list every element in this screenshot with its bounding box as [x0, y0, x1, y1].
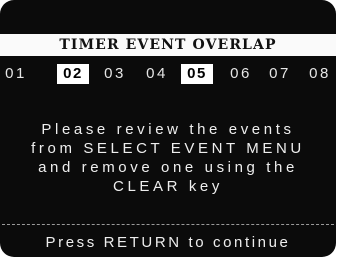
- screen-title: TIMER EVENT OVERLAP: [0, 34, 336, 56]
- event-slot-05-selected[interactable]: 05: [181, 64, 213, 84]
- event-slot-08: 08: [309, 65, 331, 82]
- message-line-1: Please review the events: [41, 121, 295, 138]
- event-slot-01: 01: [5, 65, 27, 82]
- event-slot-03: 03: [104, 65, 126, 82]
- message-line-3: and remove one using the: [38, 159, 298, 176]
- event-slot-07: 07: [269, 65, 291, 82]
- event-slot-02-selected[interactable]: 02: [57, 64, 89, 84]
- tv-osd-screen: TIMER EVENT OVERLAP 01 02 03 04 05 06 07…: [0, 0, 336, 257]
- message-line-2: from SELECT EVENT MENU: [31, 140, 305, 157]
- event-slot-04: 04: [146, 65, 168, 82]
- overlap-message: Please review the events from SELECT EVE…: [0, 120, 336, 196]
- dashed-divider: [2, 224, 334, 225]
- message-line-4: CLEAR key: [113, 178, 223, 195]
- return-prompt[interactable]: Press RETURN to continue: [0, 233, 336, 253]
- event-slot-06: 06: [230, 65, 252, 82]
- event-slot-row: 01 02 03 04 05 06 07 08: [0, 64, 336, 84]
